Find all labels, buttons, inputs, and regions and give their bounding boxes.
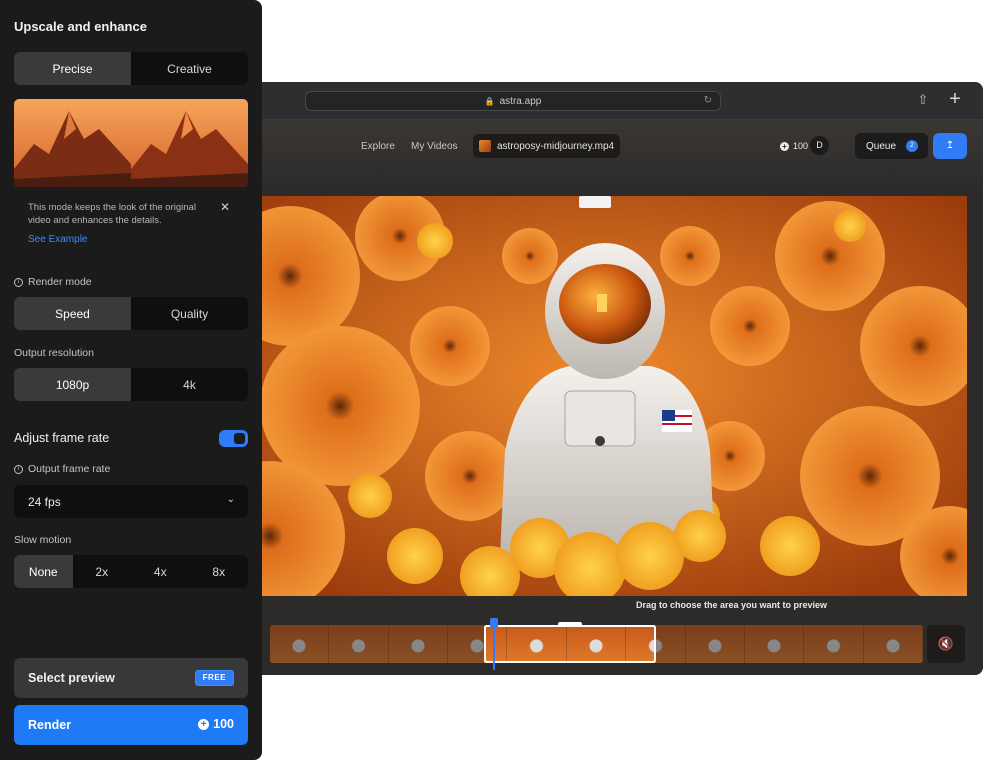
app-content: Explore My Videos astroposy-midjourney.m… (230, 120, 983, 675)
resolution-1080p[interactable]: 1080p (14, 368, 131, 401)
playhead[interactable] (490, 618, 498, 670)
render-cost: + 100 (198, 717, 234, 731)
preview-hint: Drag to choose the area you want to prev… (635, 600, 828, 610)
selection-drag-handle[interactable] (558, 622, 582, 627)
mode-info-box: This mode keeps the look of the original… (14, 190, 248, 258)
chevron-down-icon: ⌄ (226, 494, 235, 505)
output-frame-rate-label: i Output frame rate (14, 463, 110, 475)
mountain-before-image (14, 99, 131, 187)
close-icon[interactable]: ✕ (220, 200, 230, 214)
free-badge: FREE (194, 670, 234, 686)
render-mode-quality[interactable]: Quality (131, 297, 248, 330)
slow-motion-none[interactable]: None (14, 555, 73, 588)
queue-button[interactable]: Queue 2 (855, 133, 928, 159)
mountain-after-image (131, 99, 248, 187)
render-cost-value: 100 (213, 717, 234, 731)
plus-icon[interactable]: + (946, 88, 964, 110)
share-icon[interactable]: ⇧ (916, 92, 930, 108)
nav-explore[interactable]: Explore (361, 141, 395, 152)
nav-my-videos[interactable]: My Videos (411, 141, 458, 152)
slow-motion-label: Slow motion (14, 534, 72, 546)
render-mode-label: i Render mode (14, 276, 92, 288)
browser-window: 🔒 astra.app ↻ ⇧ + Explore My Videos astr… (230, 82, 983, 675)
render-mode-label-text: Render mode (28, 276, 92, 288)
adjust-frame-rate-toggle[interactable] (219, 430, 248, 447)
render-label: Render (28, 718, 72, 732)
queue-count-badge: 2 (906, 140, 918, 152)
select-preview-label: Select preview (28, 671, 115, 685)
timeline-dim-left (270, 625, 484, 663)
coin-icon: + (198, 718, 210, 730)
render-mode-speed[interactable]: Speed (14, 297, 131, 330)
info-icon: i (14, 464, 23, 474)
url-field[interactable]: 🔒 astra.app ↻ (305, 91, 721, 111)
browser-toolbar: 🔒 astra.app ↻ ⇧ + (230, 82, 983, 120)
mode-precise[interactable]: Precise (14, 52, 131, 85)
file-chip[interactable]: astroposy-midjourney.mp4 (473, 134, 620, 158)
adjust-frame-rate-label: Adjust frame rate (14, 431, 110, 445)
panel-title: Upscale and enhance (14, 19, 147, 34)
slow-motion-toggle: None 2x 4x 8x (14, 555, 248, 588)
preview-selection-range[interactable] (484, 622, 656, 663)
file-name: astroposy-midjourney.mp4 (497, 140, 615, 152)
mode-creative[interactable]: Creative (131, 52, 248, 85)
slow-motion-4x[interactable]: 4x (131, 555, 190, 588)
lock-icon: 🔒 (484, 96, 495, 106)
slow-motion-8x[interactable]: 8x (190, 555, 249, 588)
app-header: Explore My Videos astroposy-midjourney.m… (230, 120, 983, 195)
mute-button[interactable]: 🔇 (927, 625, 965, 663)
timeline-dim-right (656, 625, 923, 663)
file-thumbnail (479, 140, 491, 152)
coin-icon: + (780, 141, 789, 151)
output-resolution-label: Output resolution (14, 347, 94, 359)
reload-icon[interactable]: ↻ (704, 95, 712, 106)
render-button[interactable]: Render + 100 (14, 705, 248, 745)
avatar[interactable]: D (810, 136, 829, 155)
url-text: astra.app (499, 95, 542, 107)
enhance-panel: Upscale and enhance Precise Creative Thi… (0, 0, 262, 760)
frame-rate-select[interactable]: 24 fps ⌄ (14, 485, 248, 518)
output-frame-rate-label-text: Output frame rate (28, 463, 111, 475)
select-preview-button[interactable]: Select preview FREE (14, 658, 248, 698)
astronaut-video-frame (230, 196, 967, 596)
video-preview[interactable] (230, 196, 967, 596)
resolution-toggle: 1080p 4k (14, 368, 248, 401)
info-icon: i (14, 277, 23, 287)
slow-motion-2x[interactable]: 2x (73, 555, 132, 588)
mode-comparison-image (14, 99, 248, 187)
queue-label: Queue (866, 140, 897, 152)
mode-toggle: Precise Creative (14, 52, 248, 85)
muted-speaker-icon: 🔇 (937, 636, 955, 651)
upload-button[interactable]: ↥ (933, 133, 967, 159)
see-example-link[interactable]: See Example (28, 234, 87, 245)
resolution-4k[interactable]: 4k (131, 368, 248, 401)
render-mode-toggle: Speed Quality (14, 297, 248, 330)
credits-display: + 100 (780, 136, 808, 156)
credits-value: 100 (793, 141, 809, 151)
mode-info-text: This mode keeps the look of the original… (28, 202, 196, 226)
upload-icon: ↥ (945, 140, 955, 151)
toggle-knob (234, 433, 245, 444)
frame-rate-value: 24 fps (28, 494, 61, 509)
